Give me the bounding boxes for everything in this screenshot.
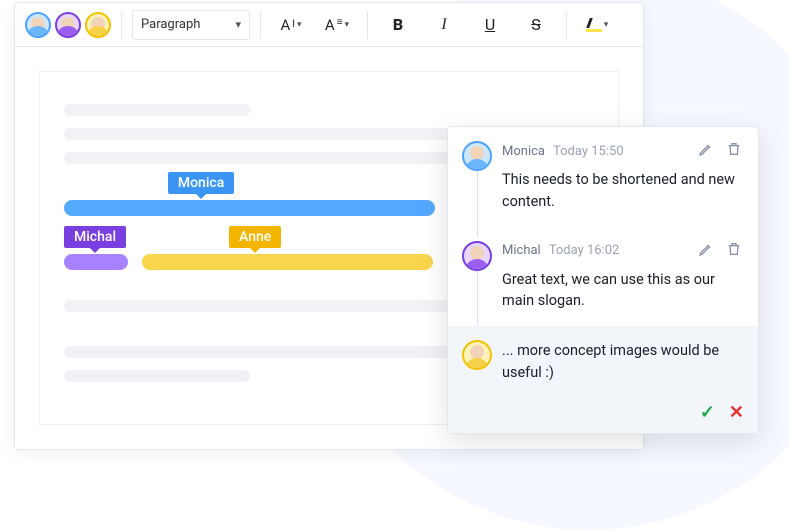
trash-icon <box>726 241 742 257</box>
toolbar-separator <box>367 11 368 39</box>
trash-icon <box>726 141 742 157</box>
style-select-label: Paragraph <box>141 17 200 32</box>
cursor-tag-anne: Anne <box>229 226 281 248</box>
delete-comment-button[interactable] <box>726 141 742 161</box>
underline-button[interactable]: U <box>470 10 510 40</box>
bold-button[interactable]: B <box>378 10 418 40</box>
comment-author: Monica <box>502 144 545 159</box>
comment-text: This needs to be shortened and new conte… <box>502 169 742 213</box>
avatar-monica[interactable] <box>25 12 51 38</box>
pencil-icon <box>698 241 714 257</box>
comment-item[interactable]: Monica Today 15:50 This needs to be shor… <box>448 127 758 227</box>
avatar-anne[interactable] <box>85 12 111 38</box>
highlight-button[interactable]: ▾ <box>577 10 617 40</box>
comment-header: Monica Today 15:50 <box>502 141 742 161</box>
selection-michal[interactable]: Michal <box>64 254 128 270</box>
toolbar: Paragraph ▾ AI ▾ A≡ ▾ B I U S ▾ <box>15 3 643 47</box>
chevron-down-icon: ▾ <box>604 20 609 30</box>
delete-comment-button[interactable] <box>726 241 742 261</box>
toolbar-separator <box>260 11 261 39</box>
placeholder-line <box>64 152 477 164</box>
font-family-button[interactable]: A≡ ▾ <box>317 10 357 40</box>
reply-actions: ✓ ✕ <box>448 398 758 433</box>
strikethrough-button[interactable]: S <box>516 10 556 40</box>
chevron-down-icon: ▾ <box>345 20 350 30</box>
cursor-tag-monica: Monica <box>168 172 234 194</box>
toolbar-separator <box>121 11 122 39</box>
avatar-anne[interactable] <box>462 340 492 370</box>
edit-comment-button[interactable] <box>698 241 714 261</box>
paragraph-style-select[interactable]: Paragraph ▾ <box>132 10 250 40</box>
avatar-michal[interactable] <box>462 241 492 271</box>
avatar-monica[interactable] <box>462 141 492 171</box>
placeholder-line <box>64 370 250 382</box>
collaborator-avatars <box>25 12 111 38</box>
comments-panel: Monica Today 15:50 This needs to be shor… <box>447 126 759 434</box>
selection-monica[interactable]: Monica <box>64 200 435 216</box>
comment-text: Great text, we can use this as our main … <box>502 269 742 313</box>
cursor-tag-michal: Michal <box>64 226 126 248</box>
comment-header: Michal Today 16:02 <box>502 241 742 261</box>
chevron-down-icon: ▾ <box>297 20 302 30</box>
accept-button[interactable]: ✓ <box>700 402 715 423</box>
edit-comment-button[interactable] <box>698 141 714 161</box>
placeholder-line <box>64 104 250 116</box>
pencil-icon <box>698 141 714 157</box>
chevron-down-icon: ▾ <box>235 18 241 31</box>
placeholder-line <box>64 300 477 312</box>
comment-timestamp: Today 16:02 <box>549 243 620 258</box>
reply-text: ... more concept images would be useful … <box>502 340 742 384</box>
avatar-michal[interactable] <box>55 12 81 38</box>
comment-reply-draft[interactable]: ... more concept images would be useful … <box>448 326 758 398</box>
selection-anne[interactable]: Anne <box>142 254 434 270</box>
comment-timestamp: Today 15:50 <box>553 144 624 159</box>
reject-button[interactable]: ✕ <box>729 402 744 423</box>
highlighter-icon <box>586 18 602 32</box>
italic-button[interactable]: I <box>424 10 464 40</box>
toolbar-separator <box>566 11 567 39</box>
comment-item[interactable]: Michal Today 16:02 Great text, we can us… <box>448 227 758 327</box>
font-size-button[interactable]: AI ▾ <box>271 10 311 40</box>
comment-author: Michal <box>502 243 541 258</box>
